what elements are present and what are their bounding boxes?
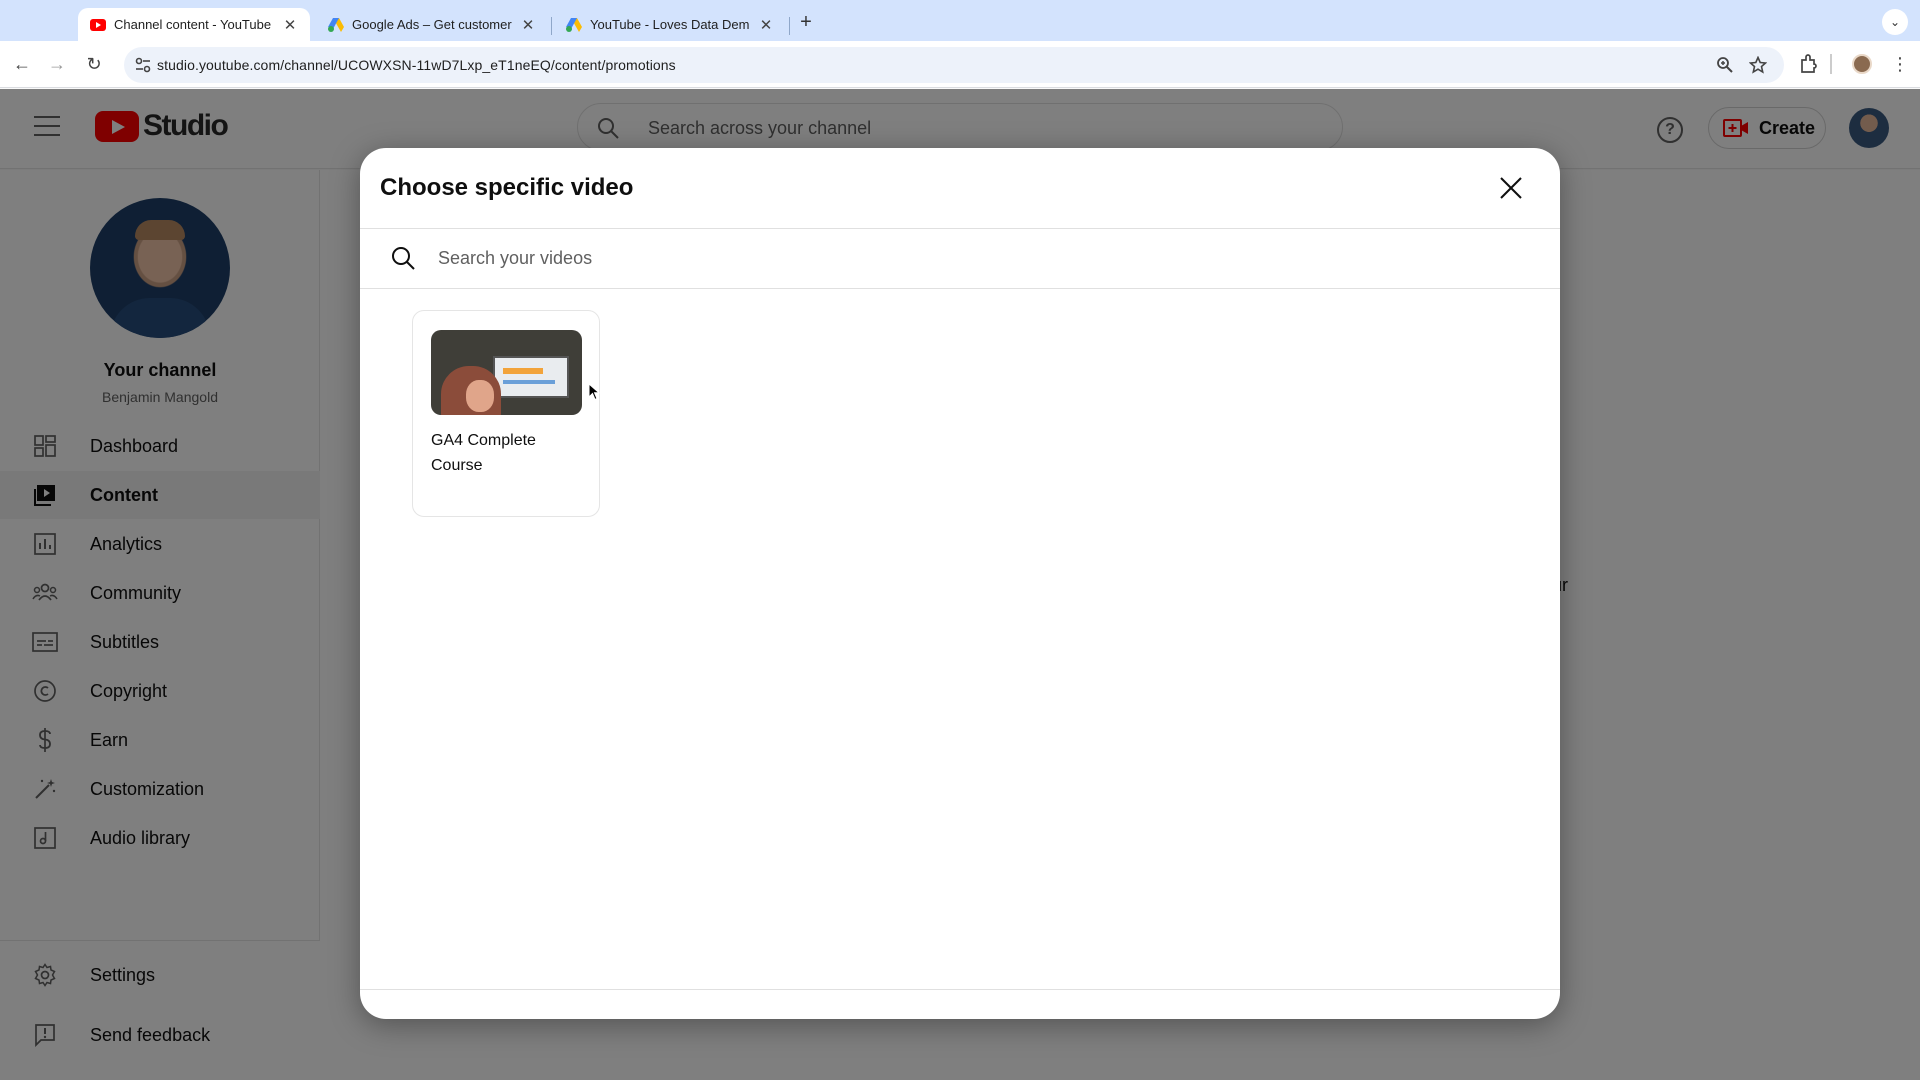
dialog-divider — [360, 288, 1560, 289]
more-menu-icon[interactable]: ⋮ — [1888, 52, 1912, 76]
new-tab-button[interactable]: + — [794, 10, 818, 34]
toolbar-divider — [1830, 54, 1832, 74]
close-icon[interactable] — [1498, 175, 1524, 201]
mouse-cursor-icon — [588, 383, 600, 401]
tab-title: YouTube - Loves Data Demo — [590, 17, 750, 32]
bookmark-star-icon[interactable] — [1749, 56, 1767, 74]
google-ads-favicon-icon — [566, 17, 582, 33]
google-ads-favicon-icon — [328, 17, 344, 33]
tab-google-ads[interactable]: Google Ads – Get customers ✕ — [316, 8, 548, 41]
tab-channel-content[interactable]: Channel content - YouTube Studio ✕ — [78, 8, 310, 41]
dialog-footer-divider — [360, 989, 1560, 990]
youtube-favicon-icon — [90, 17, 106, 33]
site-settings-icon[interactable] — [134, 56, 152, 74]
tab-title: Channel content - YouTube Studio — [114, 17, 274, 32]
close-tab-icon[interactable]: ✕ — [282, 16, 298, 34]
browser-tab-bar: Channel content - YouTube Studio ✕ Googl… — [0, 0, 1920, 41]
browser-toolbar: ← → ↻ studio.youtube.com/channel/UCOWXSN… — [0, 41, 1920, 88]
video-card[interactable]: GA4 Complete Course — [412, 310, 600, 517]
dialog-title: Choose specific video — [380, 174, 634, 201]
video-search-input[interactable] — [438, 243, 1518, 273]
dialog-divider — [360, 228, 1560, 229]
close-tab-icon[interactable]: ✕ — [520, 16, 536, 34]
tab-search-button[interactable]: ⌄ — [1882, 9, 1908, 35]
search-icon — [392, 247, 415, 270]
forward-button[interactable]: → — [45, 52, 69, 76]
zoom-icon[interactable] — [1716, 56, 1734, 74]
choose-video-dialog: Choose specific video GA4 Complete Cours… — [360, 148, 1560, 1019]
profile-avatar[interactable] — [1850, 52, 1874, 76]
tab-separator — [551, 17, 552, 35]
video-title: GA4 Complete Course — [431, 432, 536, 474]
video-thumbnail — [431, 330, 582, 415]
close-tab-icon[interactable]: ✕ — [758, 16, 774, 34]
extensions-icon[interactable] — [1797, 52, 1821, 76]
url-text: studio.youtube.com/channel/UCOWXSN-11wD7… — [157, 57, 676, 73]
tab-title: Google Ads – Get customers — [352, 17, 512, 32]
tab-youtube-loves-data[interactable]: YouTube - Loves Data Demo ✕ — [554, 8, 786, 41]
back-button[interactable]: ← — [10, 52, 34, 76]
tab-separator — [789, 17, 790, 35]
address-bar[interactable]: studio.youtube.com/channel/UCOWXSN-11wD7… — [124, 47, 1784, 83]
reload-button[interactable]: ↻ — [82, 52, 106, 76]
